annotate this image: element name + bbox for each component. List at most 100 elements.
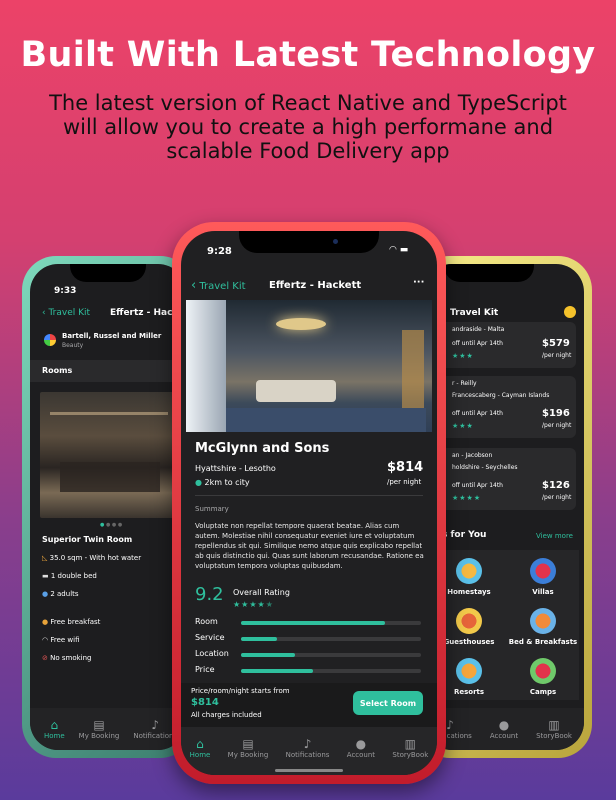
rating-bar-room [241,621,421,625]
booking-icon: ▤ [242,737,254,751]
category-grid: Homestays Villas Guesthouses Bed & Break… [434,550,579,700]
camera-icon [333,239,338,244]
left-phone-screen: 9:33 ‹ Travel Kit Effertz - Hackett Bart… [30,264,186,750]
rating-value: 9.2 [195,584,224,605]
tab-notifications[interactable]: ♪ Notifications [133,718,177,740]
tab-my-booking[interactable]: ▤ My Booking [228,737,269,759]
rating-label-room: Room [195,617,218,626]
category-villas[interactable]: Villas [508,552,578,600]
bed-breakfast-icon [530,608,556,634]
hero-subtitle-line: will allow you to create a high performa… [62,115,554,139]
category-camps[interactable]: Camps [508,652,578,700]
no-smoking-icon: ⊘ [42,654,48,662]
price-per-night: /per night [387,478,422,486]
screen-title: Effertz - Hackett [269,280,362,291]
select-room-button[interactable]: Select Room [353,691,423,715]
back-label: Travel Kit [199,281,246,292]
bell-icon: ♪ [151,718,160,732]
home-icon: ⌂ [50,718,59,732]
bell-icon: ♪ [303,737,312,751]
center-phone-screen: 9:28 ◠ ▬ ‹ Travel Kit Effertz - Hackett … [181,231,437,775]
tab-label: Notifications [285,751,330,759]
home-icon: ⌂ [196,737,204,751]
distance-row: ● 2km to city [195,478,250,487]
feature-text: 1 double bed [50,572,97,580]
carpet [226,408,426,432]
rating-fill [241,621,385,625]
hotel-price: $814 [387,460,424,475]
hotel-location: Hyattshire - Lesotho [195,464,276,473]
vendor-name: Bartell, Russel and Miller [62,332,162,340]
hero-subtitle: The latest version of React Native and T… [0,91,616,163]
guesthouse-icon [456,608,482,634]
feature-row: ◺ 35.0 sqm - With hot water [42,554,141,562]
status-icons: ◠ ▬ [389,245,408,255]
wifi-icon: ◠ [42,636,49,644]
resort-icon [456,658,482,684]
screen-title: Travel Kit [450,308,499,318]
book-icon: ▥ [548,718,560,732]
amenity-text: No smoking [50,654,92,662]
booking-footer: Price/room/night starts from $814 All ch… [181,683,437,727]
view-more-link[interactable]: View more [536,532,573,540]
rating-fill [241,637,277,641]
listing-name: r - Reilly [452,380,477,387]
phone-notch [239,231,379,253]
area-icon: ◺ [42,554,48,562]
tab-bar: ⌂ Home ▤ My Booking ♪ Notifications ● Accoun… [181,727,437,775]
tab-label: Home [44,732,65,740]
summary-label: Summary [195,505,229,513]
listing-card[interactable]: an - Jacobson holdshire - Seychelles off… [434,448,576,510]
more-options-icon[interactable]: ··· [413,277,424,288]
bed-icon: ▬ [42,572,49,580]
rating-bar-location [241,653,421,657]
camp-icon [530,658,556,684]
rating-fill [241,653,295,657]
chevron-left-icon: ‹ [42,308,46,318]
room-name: Superior Twin Room [42,535,133,544]
vendor-category: Beauty [62,342,84,349]
tab-home[interactable]: ⌂ Home [190,737,211,759]
booking-icon: ▤ [93,718,105,732]
divider [195,495,423,496]
footer-charges: All charges included [191,711,262,719]
avatar[interactable] [564,306,576,318]
right-phone-screen: Travel Kit andraside - Malta off until A… [424,264,584,750]
tab-account[interactable]: ● Account [347,737,375,759]
hotel-photo[interactable] [186,300,432,432]
listing-card[interactable]: r - Reilly Francescaberg - Cayman Island… [434,376,576,438]
wall-panel [402,330,424,410]
listing-stars: ★★★ [452,422,474,430]
listing-card[interactable]: andraside - Malta off until Apr 14th ★★★… [434,322,576,368]
sofa [256,380,336,402]
summary-text: Voluptate non repellat tempore quaerat b… [195,522,424,570]
rating-label: Overall Rating [233,588,290,597]
tab-storybook[interactable]: ▥ StoryBook [536,718,572,740]
listing-offer: off until Apr 14th [452,482,503,489]
back-button[interactable]: ‹ Travel Kit [42,308,90,318]
listing-per-night: /per night [542,494,572,501]
chevron-left-icon: ‹ [191,278,197,293]
rating-label-location: Location [195,649,229,658]
room-photo[interactable] [40,392,178,518]
category-bed-breakfasts[interactable]: Bed & Breakfasts [508,602,578,650]
rating-bar-price [241,669,421,673]
hero-title: Built With Latest Technology [20,35,596,75]
tab-storybook[interactable]: ▥ StoryBook [392,737,428,759]
feature-row: ▬ 1 double bed [42,572,97,580]
tab-my-booking[interactable]: ▤ My Booking [79,718,120,740]
person-icon: ● [355,737,367,751]
listing-stars: ★★★★ [452,494,482,502]
category-label: Resorts [453,688,485,696]
hero: Built With Latest Technology The latest … [0,0,616,163]
vendor-logo-icon [44,334,56,346]
tab-home[interactable]: ⌂ Home [44,718,65,740]
section-rooms: Rooms [42,366,73,375]
tab-account[interactable]: ● Account [490,718,518,740]
tab-notifications[interactable]: ♪ Notifications [286,737,330,759]
phone-notch [444,264,534,282]
category-label: Homestays [447,588,491,596]
pin-icon: ● [195,478,202,487]
back-button[interactable]: ‹ Travel Kit [191,278,246,293]
decor [60,462,160,492]
